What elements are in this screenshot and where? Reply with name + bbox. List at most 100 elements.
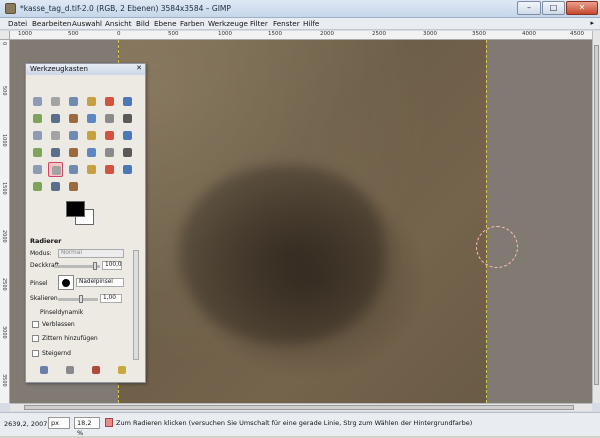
restore-options-icon[interactable]	[66, 366, 74, 374]
align-tool[interactable]	[30, 128, 45, 143]
smudge-tool[interactable]	[48, 179, 63, 194]
incremental-checkbox[interactable]	[32, 350, 39, 357]
title-bar: *kasse_tag_d.tif-2.0 (RGB, 2 Ebenen) 358…	[0, 0, 600, 18]
bucket-fill-tool[interactable]	[84, 145, 99, 160]
brush-preview[interactable]	[58, 275, 74, 290]
vertical-ruler[interactable]: 0 500 1000 1500 2000 2500 3000 3500	[0, 40, 10, 403]
eraser-tool[interactable]	[48, 162, 63, 177]
menu-datei[interactable]: Datei	[8, 19, 27, 28]
color-select-tool[interactable]	[102, 94, 117, 109]
tool-options-title: Radierer	[30, 237, 62, 245]
tool-options-scrollbar[interactable]	[133, 250, 139, 360]
ruler-tick: 1000	[218, 31, 232, 37]
vertical-scroll-thumb[interactable]	[594, 45, 599, 385]
status-bar: 2639,2, 2007,8 px 18,2 % Zum Radieren kl…	[0, 412, 600, 437]
close-button[interactable]: ✕	[566, 1, 598, 15]
cage-icon	[51, 148, 60, 157]
ruler-tick: 4500	[570, 31, 584, 37]
lasso-tool[interactable]	[66, 94, 81, 109]
zoom-tool[interactable]	[84, 111, 99, 126]
rect-select-tool[interactable]	[30, 94, 45, 109]
menu-filter[interactable]: Filter	[250, 19, 268, 28]
cage-tool[interactable]	[48, 145, 63, 160]
ink-tool[interactable]	[84, 162, 99, 177]
heal-tool[interactable]	[120, 162, 135, 177]
minimize-button[interactable]: –	[517, 1, 541, 15]
menu-ansicht[interactable]: Ansicht	[105, 19, 132, 28]
dodge-burn-tool[interactable]	[66, 179, 81, 194]
ellipse-select-tool[interactable]	[48, 94, 63, 109]
menu-arrow-icon[interactable]: ▸	[590, 19, 594, 27]
menu-fenster[interactable]: Fenster	[273, 19, 300, 28]
horizontal-ruler[interactable]: 1000 500 0 500 1000 1500 2000 2500 3000 …	[10, 31, 592, 40]
lasso-icon	[69, 97, 78, 106]
dynamics-label[interactable]: Pinseldynamik	[40, 309, 83, 316]
image-canvas[interactable]	[118, 40, 518, 403]
crop-tool[interactable]	[48, 128, 63, 143]
mode-select[interactable]: Normal	[58, 249, 124, 258]
ruler-tick: 0	[1, 42, 7, 46]
flip-tool[interactable]	[30, 145, 45, 160]
paths-tool[interactable]	[48, 111, 63, 126]
scale-slider[interactable]	[58, 298, 98, 301]
foreground-select-tool[interactable]	[30, 111, 45, 126]
menu-hilfe[interactable]: Hilfe	[303, 19, 319, 28]
pencil-tool[interactable]	[120, 145, 135, 160]
ruler-tick: 500	[1, 86, 7, 96]
ruler-corner[interactable]	[0, 31, 10, 40]
shear-tool[interactable]	[102, 128, 117, 143]
toolbox-window[interactable]: Werkzeugkasten ✕ Radierer Modus: Normal …	[25, 63, 146, 383]
text-tool[interactable]	[66, 145, 81, 160]
menu-werkzeuge[interactable]: Werkzeuge	[208, 19, 248, 28]
perspective-icon	[123, 131, 132, 140]
horizontal-scrollbar[interactable]	[10, 403, 592, 411]
eraser-status-icon	[105, 418, 113, 427]
horizontal-scroll-thumb[interactable]	[24, 405, 574, 410]
scale-value[interactable]: 1,00	[100, 294, 122, 303]
ink-icon	[87, 165, 96, 174]
heal-icon	[123, 165, 132, 174]
perspective-clone-tool[interactable]	[30, 179, 45, 194]
perspective-tool[interactable]	[120, 128, 135, 143]
blend-tool[interactable]	[102, 145, 117, 160]
menu-bild[interactable]: Bild	[136, 19, 150, 28]
color-swatches[interactable]	[66, 201, 96, 231]
fuzzy-select-tool[interactable]	[84, 94, 99, 109]
move-tool[interactable]	[120, 111, 135, 126]
vertical-scrollbar[interactable]	[592, 31, 600, 403]
clone-tool[interactable]	[102, 162, 117, 177]
unit-select[interactable]: px	[48, 417, 70, 429]
menu-ebene[interactable]: Ebene	[154, 19, 177, 28]
menu-bearbeiten[interactable]: Bearbeiten	[32, 19, 72, 28]
scissors-tool[interactable]	[120, 94, 135, 109]
scale-slider-knob[interactable]	[79, 295, 83, 303]
maximize-button[interactable]: □	[542, 1, 565, 15]
color-select-icon	[105, 97, 114, 106]
airbrush-tool[interactable]	[66, 162, 81, 177]
jitter-checkbox[interactable]	[32, 335, 39, 342]
flip-icon	[33, 148, 42, 157]
brush-name-field[interactable]: Nadelpinsel	[76, 278, 124, 287]
measure-tool[interactable]	[102, 111, 117, 126]
ruler-tick: 1000	[1, 134, 7, 147]
ruler-tick: 3500	[1, 374, 7, 387]
opacity-slider-knob[interactable]	[93, 262, 97, 270]
opacity-value[interactable]: 100,0	[102, 261, 122, 270]
reset-options-icon[interactable]	[118, 366, 126, 374]
menu-auswahl[interactable]: Auswahl	[72, 19, 102, 28]
rotate-tool[interactable]	[66, 128, 81, 143]
save-options-icon[interactable]	[40, 366, 48, 374]
ruler-tick: 1500	[268, 31, 282, 37]
brush-label: Pinsel	[30, 280, 48, 287]
menu-farben[interactable]: Farben	[180, 19, 204, 28]
color-picker-tool[interactable]	[66, 111, 81, 126]
scale-tool[interactable]	[84, 128, 99, 143]
delete-options-icon[interactable]	[92, 366, 100, 374]
toolbox-close-icon[interactable]: ✕	[136, 64, 142, 72]
paintbrush-tool[interactable]	[30, 162, 45, 177]
zoom-select[interactable]: 18,2 %	[74, 417, 100, 437]
fade-checkbox[interactable]	[32, 321, 39, 328]
window-title: *kasse_tag_d.tif-2.0 (RGB, 2 Ebenen) 358…	[20, 4, 231, 13]
foreground-color-swatch[interactable]	[66, 201, 85, 217]
mode-label: Modus:	[30, 250, 52, 257]
